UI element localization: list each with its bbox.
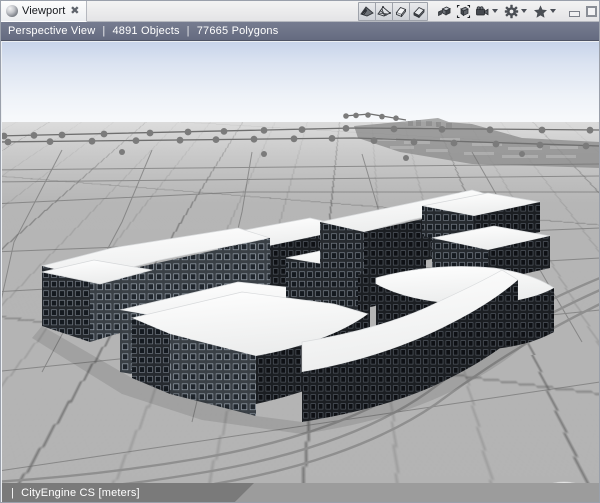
star-icon[interactable] bbox=[531, 3, 549, 20]
view-name-label: Perspective View bbox=[8, 25, 96, 37]
titlebar-spacer bbox=[87, 1, 358, 21]
title-bar: Viewport ✖ bbox=[1, 1, 599, 22]
viewport-status-bar: | CityEngine CS [meters] bbox=[2, 483, 599, 502]
scene-geometry: W S N E bbox=[2, 112, 599, 502]
minimize-icon bbox=[569, 10, 580, 17]
bookmarks-menu-caret-icon[interactable] bbox=[550, 9, 556, 13]
info-separator-1: | bbox=[102, 25, 106, 37]
settings-menu-caret-icon[interactable] bbox=[521, 9, 527, 13]
gear-icon[interactable] bbox=[502, 3, 520, 20]
info-separator-2: | bbox=[186, 25, 190, 37]
camera-menu-caret-icon[interactable] bbox=[492, 9, 498, 13]
view-mode-button-group bbox=[358, 1, 428, 21]
maximize-icon bbox=[586, 5, 597, 17]
minimize-button[interactable] bbox=[568, 5, 581, 18]
coordinate-system-band: | CityEngine CS [meters] bbox=[2, 483, 254, 502]
city-engine-viewport-window: Viewport ✖ Perspective View | 4891 Objec… bbox=[0, 0, 600, 503]
shaded-terrain-icon[interactable] bbox=[359, 2, 376, 20]
close-icon[interactable]: ✖ bbox=[69, 5, 80, 17]
coordinate-system-label: CityEngine CS [meters] bbox=[21, 487, 140, 499]
3d-viewport-canvas[interactable]: W S N E | CityEngine CS [meters] bbox=[2, 42, 599, 502]
tab-viewport[interactable]: Viewport ✖ bbox=[1, 1, 88, 22]
viewport-info-bar: Perspective View | 4891 Objects | 77665 … bbox=[1, 22, 599, 41]
maximize-button[interactable] bbox=[585, 5, 598, 18]
polygon-count-label: 77665 Polygons bbox=[196, 25, 279, 37]
viewport-toolbar bbox=[358, 1, 599, 21]
sphere-icon bbox=[6, 5, 18, 17]
tab-viewport-label: Viewport bbox=[22, 5, 66, 17]
shaded-model-icon[interactable] bbox=[410, 2, 427, 20]
object-count-label: 4891 Objects bbox=[112, 25, 180, 37]
wireframe-terrain-icon[interactable] bbox=[376, 2, 393, 20]
generate-models-icon[interactable] bbox=[435, 3, 453, 20]
select-objects-icon[interactable] bbox=[454, 3, 472, 20]
camera-icon[interactable] bbox=[473, 3, 491, 20]
shape-wireframe-icon[interactable] bbox=[393, 2, 410, 20]
